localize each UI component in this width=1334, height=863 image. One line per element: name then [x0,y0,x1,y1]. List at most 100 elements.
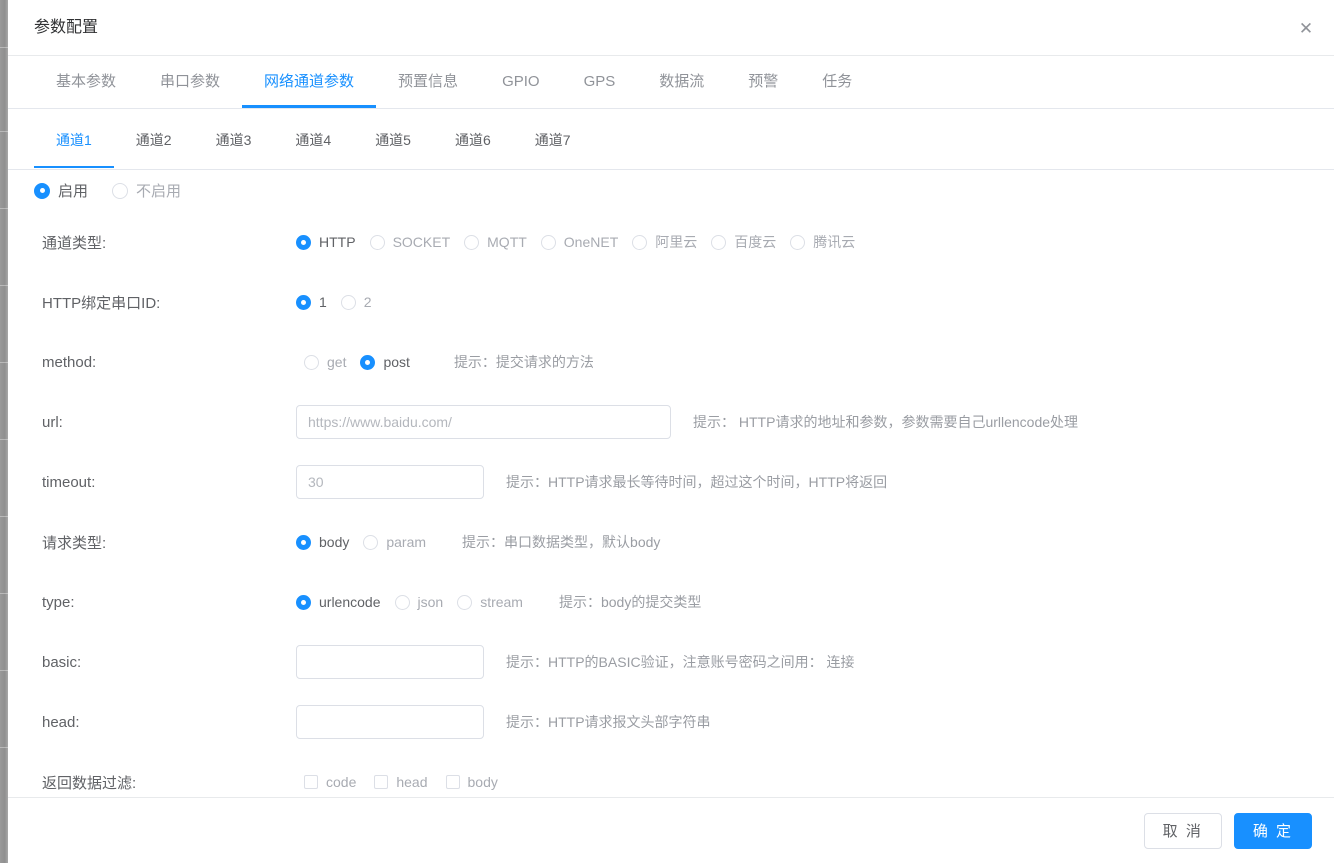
hint-head: 提示：HTTP请求报文头部字符串 [506,714,711,730]
radio-channel-type-mqtt[interactable]: MQTT [464,234,527,250]
radio-label: urlencode [319,594,381,610]
tab-channel-2[interactable]: 通道2 [114,116,194,168]
radio-dot-icon [790,234,806,250]
timeout-input[interactable] [296,465,484,499]
radio-dot-icon [296,594,311,610]
dialog-title: 参数配置 [34,19,99,36]
radio-channel-type-http[interactable]: HTTP [296,234,356,250]
radio-dot-icon [363,534,379,550]
form-row-bind-serial-id: HTTP绑定串口ID: 1 2 [8,272,1334,332]
checkbox-return-filter-head[interactable]: head [374,774,428,790]
radio-dot-icon [34,182,50,199]
radio-bind-serial-id-1[interactable]: 1 [296,294,327,310]
form-row-channel-type: 通道类型: HTTP SOCKET MQTT OneNET 阿里云 百度云 腾讯… [8,212,1334,272]
tab-channel-7[interactable]: 通道7 [513,116,593,168]
radio-label: 1 [319,294,327,310]
radio-channel-type-aliyun[interactable]: 阿里云 [632,232,697,252]
tab-gpio[interactable]: GPIO [480,56,562,108]
hint-timeout: 提示：HTTP请求最长等待时间，超过这个时间，HTTP将返回 [506,474,888,490]
label-bind-serial-id: HTTP绑定串口ID: [42,294,161,312]
url-control: 提示： HTTP请求的地址和参数，参数需要自己urllencode处理 [296,405,1078,439]
confirm-button[interactable]: 确 定 [1233,812,1312,849]
label-basic: basic: [42,653,82,671]
radio-type-stream[interactable]: stream [457,594,523,610]
radio-label: json [417,594,444,610]
tab-alarm[interactable]: 预警 [726,56,800,108]
radio-dot-icon [340,294,356,310]
radio-method-get[interactable]: get [304,354,346,370]
label-request-type: 请求类型: [42,534,107,552]
radio-label: 阿里云 [655,234,698,250]
basic-input[interactable] [296,645,484,679]
checkbox-label: head [396,774,428,790]
hint-url: 提示： HTTP请求的地址和参数，参数需要自己urllencode处理 [693,414,1079,430]
dialog-header: 参数配置 ✕ [8,0,1334,56]
checkbox-return-filter-code[interactable]: code [304,774,356,790]
radio-dot-icon [112,182,129,199]
hint-method: 提示：提交请求的方法 [453,354,594,370]
checkbox-return-filter-body[interactable]: body [445,774,498,790]
channel-form: 通道类型: HTTP SOCKET MQTT OneNET 阿里云 百度云 腾讯… [8,212,1334,812]
tab-basic-params[interactable]: 基本参数 [34,56,138,108]
tab-channel-4[interactable]: 通道4 [273,116,353,168]
label-timeout: timeout: [42,473,96,491]
tab-channel-3[interactable]: 通道3 [194,116,274,168]
radio-channel-type-tencentyun[interactable]: 腾讯云 [790,232,855,252]
radio-method-post[interactable]: post [360,354,410,370]
radio-dot-icon [711,234,727,250]
radio-label: OneNET [563,234,619,250]
label-head: head: [42,713,80,731]
radio-request-type-param[interactable]: param [363,534,426,550]
radio-dot-icon [296,534,311,550]
tab-task[interactable]: 任务 [800,56,874,108]
tab-channel-5[interactable]: 通道5 [353,116,433,168]
tab-preset-info[interactable]: 预置信息 [376,56,480,108]
radio-group-channel-type: HTTP SOCKET MQTT OneNET 阿里云 百度云 腾讯云 [296,232,869,252]
radio-enable[interactable]: 启用 [34,180,88,201]
radio-bind-serial-id-2[interactable]: 2 [340,294,372,310]
basic-control: 提示：HTTP的BASIC验证，注意账号密码之间用： 连接 [296,645,854,679]
dialog-body: 启用 不启用 通道类型: HTTP SOCKET MQTT OneNET 阿里云… [8,170,1334,797]
form-row-timeout: timeout: 提示：HTTP请求最长等待时间，超过这个时间，HTTP将返回 [8,452,1334,512]
radio-label: post [383,354,410,370]
radio-group-method: get post 提示：提交请求的方法 [296,352,594,372]
radio-channel-type-baiduyun[interactable]: 百度云 [711,232,776,252]
tab-channel-1[interactable]: 通道1 [34,116,114,168]
radio-label: param [386,534,427,550]
radio-label: get [327,354,347,370]
radio-label: 百度云 [734,234,777,250]
tab-data-stream[interactable]: 数据流 [637,56,726,108]
parameter-config-dialog: 参数配置 ✕ 基本参数 串口参数 网络通道参数 预置信息 GPIO GPS 数据… [8,0,1334,863]
radio-label: stream [480,594,523,610]
radio-type-urlencode[interactable]: urlencode [296,594,381,610]
radio-group-type: urlencode json stream 提示：body的提交类型 [296,592,701,612]
label-method: method: [42,353,97,371]
form-row-type: type: urlencode json stream 提示：body的提交类型 [8,572,1334,632]
radio-label: body [319,534,350,550]
radio-request-type-body[interactable]: body [296,534,349,550]
radio-dot-icon [394,594,410,610]
radio-type-json[interactable]: json [394,594,444,610]
url-input[interactable] [296,405,671,439]
hint-request-type: 提示：串口数据类型，默认body [462,534,661,550]
radio-dot-icon [632,234,648,250]
form-row-method: method: get post 提示：提交请求的方法 [8,332,1334,392]
tab-serial-params[interactable]: 串口参数 [138,56,242,108]
radio-group-bind-serial-id: 1 2 [296,294,386,310]
radio-disable[interactable]: 不启用 [112,180,181,201]
head-input[interactable] [296,705,484,739]
cancel-button[interactable]: 取 消 [1143,812,1222,849]
label-return-filter: 返回数据过滤: [42,774,137,792]
tab-gps[interactable]: GPS [562,56,638,108]
radio-dot-icon [296,294,311,310]
close-icon[interactable]: ✕ [1292,14,1320,42]
radio-channel-type-socket[interactable]: SOCKET [369,234,450,250]
form-row-url: url: 提示： HTTP请求的地址和参数，参数需要自己urllencode处理 [8,392,1334,452]
checkbox-label: body [467,774,498,790]
tab-network-channel-params[interactable]: 网络通道参数 [242,56,377,108]
radio-dot-icon [360,354,376,370]
tab-channel-6[interactable]: 通道6 [433,116,513,168]
channel-tab-bar: 通道1 通道2 通道3 通道4 通道5 通道6 通道7 [8,116,1334,170]
radio-label: MQTT [487,234,527,250]
radio-channel-type-onenet[interactable]: OneNET [540,234,619,250]
